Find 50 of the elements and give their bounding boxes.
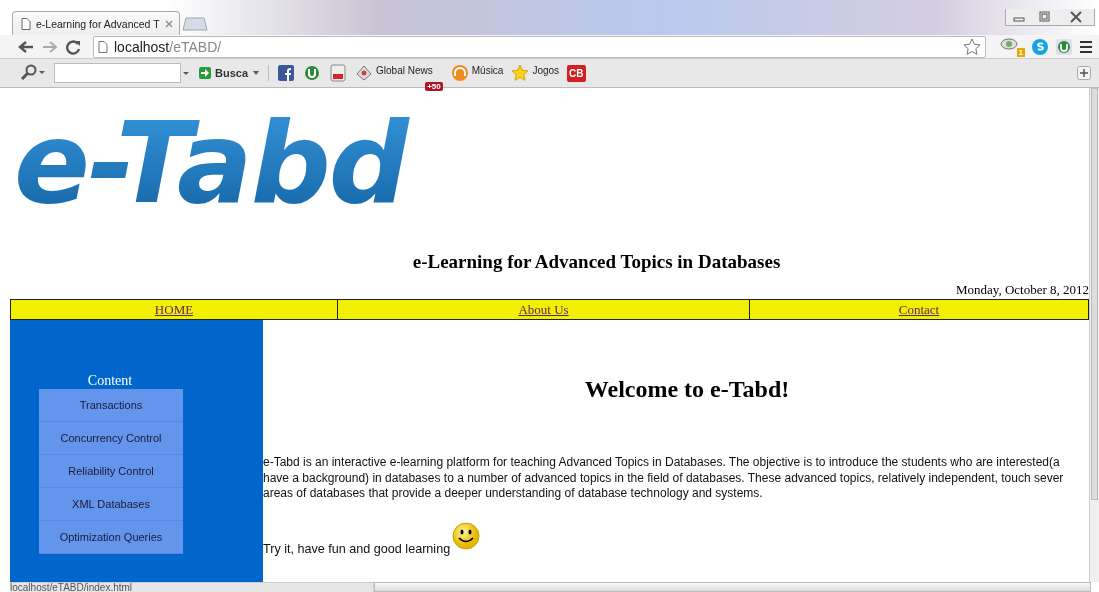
intro-paragraph: e-Tabd is an interactive e-learning platform for teaching Advanced Topics in Databases. The objective is to introduce the students who are interested(a have a background) in databases to a number of advanced topics in the field of databases. These advanced topics, relatively independent, touch sever areas of databases that provide a deeper understanding of database technology and systems.: [263, 455, 1065, 502]
badge: +50: [425, 82, 443, 91]
video-icon[interactable]: [329, 64, 348, 82]
arrow-icon[interactable]: [199, 67, 211, 79]
vertical-scrollbar[interactable]: [1089, 88, 1099, 582]
torrent-icon[interactable]: [1055, 37, 1073, 56]
search-icon[interactable]: [20, 64, 46, 82]
sidebar-title: Content: [86, 373, 134, 389]
search-field[interactable]: [54, 63, 181, 83]
page-icon[interactable]: [98, 40, 108, 53]
page-subtitle: e-Learning for Advanced Topics in Databases: [411, 251, 782, 274]
browser-tab[interactable]: e-Learning for Advanced T: [12, 11, 180, 35]
menu-item[interactable]: Reliability Control: [39, 455, 183, 488]
bookmark[interactable]: Global News +50: [355, 64, 443, 91]
bookmark[interactable]: Jogos: [511, 64, 560, 82]
welcome-heading: Welcome to e-Tabd!: [583, 376, 791, 403]
menu-item[interactable]: Transactions: [39, 389, 183, 422]
address-bar[interactable]: localhost/eTABD/: [93, 35, 986, 58]
date-text: Monday, October 8, 2012: [954, 281, 1089, 299]
bookmark-logo[interactable]: CB: [567, 64, 586, 82]
badge: 1: [1016, 47, 1025, 57]
horizontal-scrollbar[interactable]: [374, 582, 1091, 592]
back-icon[interactable]: [17, 38, 35, 55]
torrent-icon[interactable]: [303, 64, 322, 82]
smiley-icon: [452, 521, 481, 550]
menu-item[interactable]: XML Databases: [39, 488, 183, 521]
menu-item[interactable]: Concurrency Control: [39, 422, 183, 455]
reload-icon[interactable]: [65, 38, 83, 55]
address-text: localhost/eTABD/: [114, 38, 223, 55]
caret-icon[interactable]: [252, 70, 261, 76]
add-icon[interactable]: [1077, 66, 1091, 80]
closing-text: Try it, have fun and good learning: [263, 541, 451, 556]
nav-link[interactable]: Contact: [898, 301, 940, 318]
star-icon[interactable]: [963, 37, 981, 56]
facebook-icon[interactable]: [277, 64, 296, 82]
new-tab-button[interactable]: [182, 17, 208, 31]
eye-icon[interactable]: [1000, 36, 1020, 51]
nav-link[interactable]: HOME: [154, 301, 194, 318]
status-url: localhost/eTABD/index.html: [10, 582, 374, 592]
bookmark[interactable]: Música: [450, 64, 504, 82]
menu-icon[interactable]: [1079, 39, 1093, 54]
close-icon[interactable]: [164, 19, 173, 28]
star-icon[interactable]: [511, 64, 530, 82]
skype-icon[interactable]: [1031, 37, 1049, 56]
nav-link[interactable]: About Us: [518, 301, 569, 318]
headphones-icon[interactable]: [450, 64, 469, 82]
menu-item[interactable]: Optimization Queries: [39, 521, 183, 554]
forward-icon[interactable]: [41, 38, 59, 55]
page-icon[interactable]: [21, 17, 31, 30]
search-button[interactable]: Busca: [199, 67, 261, 79]
